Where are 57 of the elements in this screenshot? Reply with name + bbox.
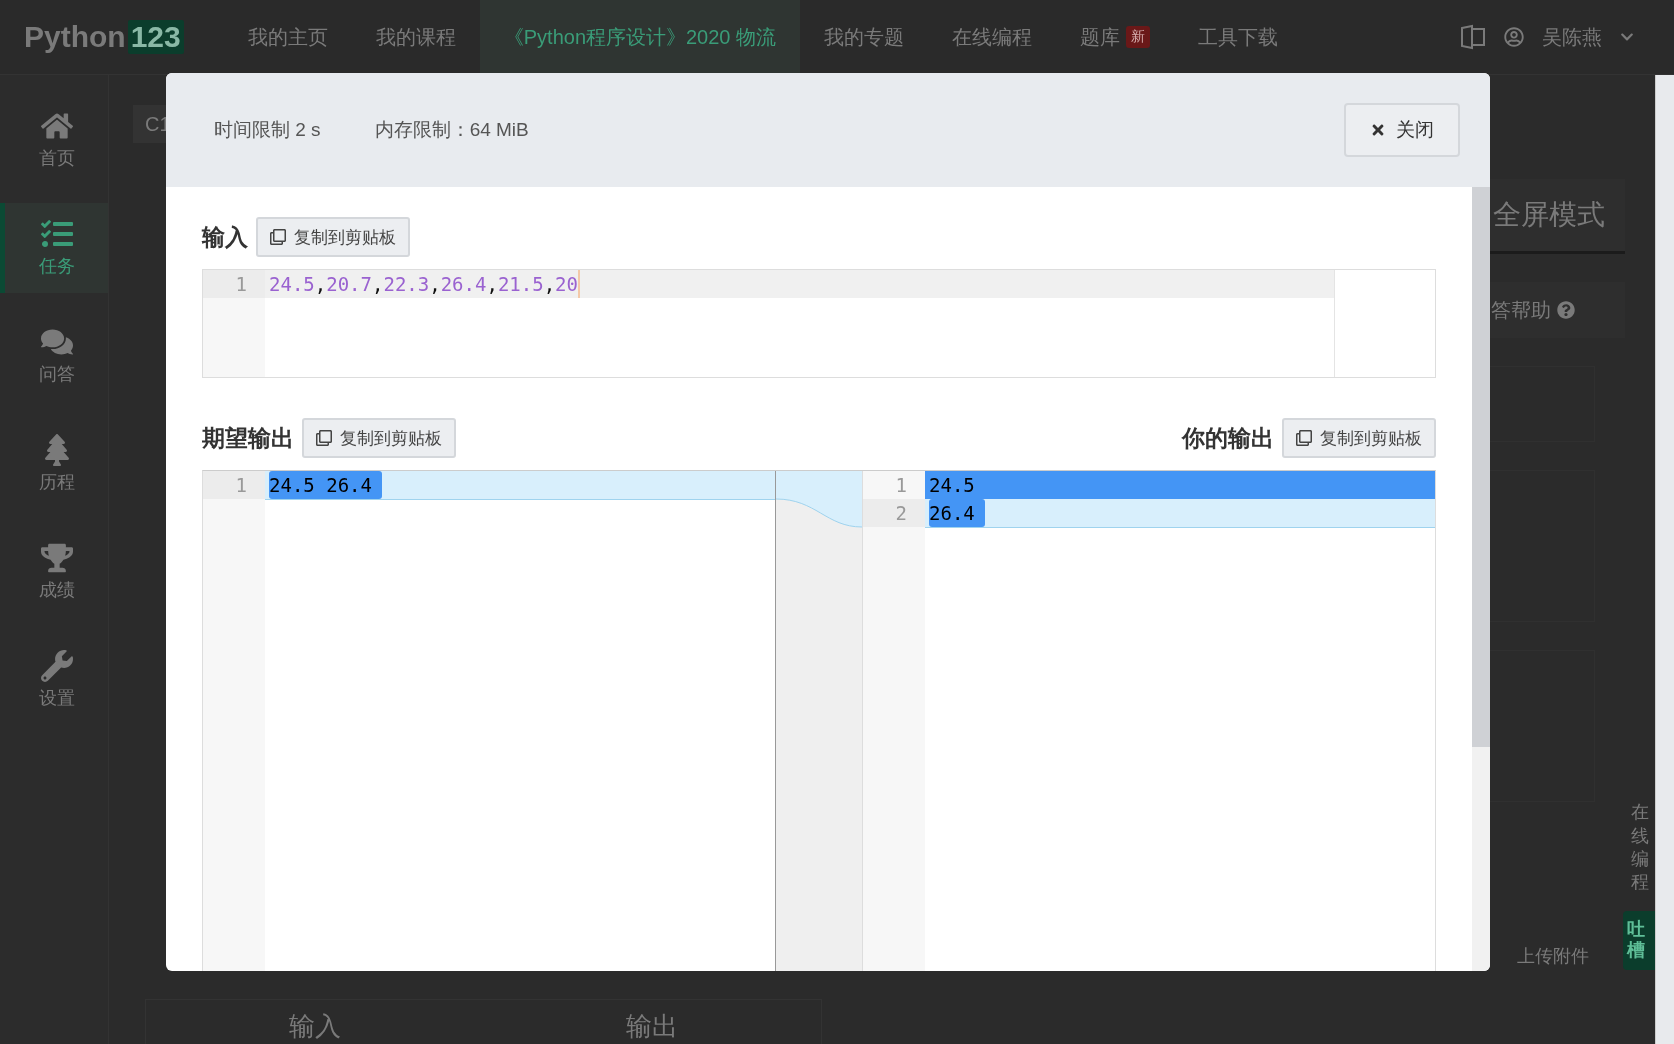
nav-item[interactable]: 我的专题 [800, 0, 929, 74]
copy-button[interactable]: 复制到剪贴板 [1282, 418, 1436, 458]
sidebar-item[interactable]: 任务 [0, 203, 108, 293]
nav-item[interactable]: 在线编程 [928, 0, 1057, 74]
upload-link[interactable]: 上传附件 [1517, 944, 1589, 968]
section-label: 输入 [202, 222, 248, 252]
logo-text: Python [24, 20, 126, 54]
trophy-icon [40, 542, 73, 574]
list-icon [40, 218, 73, 250]
text-cursor [578, 270, 580, 298]
sidebar-label: 设置 [38, 687, 75, 710]
sidebar-item[interactable]: 历程 [0, 419, 108, 509]
sidebar-label: 任务 [38, 255, 75, 278]
section-label: 期望输出 [202, 423, 294, 453]
io-tab[interactable]: 输入 [288, 1009, 341, 1044]
help-label: 答帮助 [1491, 297, 1551, 323]
line-number: 1 [203, 471, 265, 499]
io-tab[interactable]: 输出 [626, 1009, 679, 1044]
line-number: 1 [894, 473, 908, 498]
sidebar-label: 问答 [38, 363, 75, 386]
line-number: 1 [203, 270, 265, 298]
sidebar-item[interactable]: 设置 [0, 635, 108, 725]
copy-icon [316, 430, 332, 446]
nav-item[interactable]: 我的主页 [223, 0, 352, 74]
copy-icon [270, 229, 286, 245]
user-name[interactable]: 吴陈燕 [1542, 23, 1602, 51]
side-tab-label[interactable]: 在线编程 [1631, 801, 1649, 895]
fullscreen-label: 全屏模式 [1493, 198, 1605, 232]
line-number: 2 [863, 499, 925, 527]
close-button[interactable]: 关闭 [1344, 103, 1460, 157]
nav-item[interactable]: 《Python程序设计》2020 物流 [479, 0, 801, 74]
nav-item[interactable]: 我的课程 [351, 0, 480, 74]
close-icon [1370, 122, 1386, 138]
logo-badge: 123 [127, 20, 184, 54]
section-label: 你的输出 [1182, 423, 1274, 453]
sidebar-item[interactable]: 首页 [0, 95, 108, 185]
copy-button[interactable]: 复制到剪贴板 [302, 418, 456, 458]
scroll-thumb[interactable] [1472, 187, 1490, 747]
memory-limit: 内存限制：64 MiB [374, 118, 529, 142]
wrench-icon [40, 650, 73, 682]
sidebar-item[interactable]: 成绩 [0, 527, 108, 617]
feedback-button[interactable]: 吐槽 [1623, 910, 1657, 970]
nav-item[interactable]: 工具下载 [1174, 0, 1303, 74]
time-limit: 时间限制 2 s [214, 118, 321, 142]
sidebar-label: 首页 [38, 147, 75, 170]
nav-item[interactable]: 题库 新 [1056, 0, 1175, 74]
sidebar-label: 历程 [38, 471, 75, 494]
sidebar-label: 成绩 [38, 579, 75, 602]
copy-icon [1296, 430, 1312, 446]
user-icon [1504, 27, 1524, 47]
help-icon [1557, 301, 1575, 319]
new-badge: 新 [1126, 26, 1151, 48]
copy-button[interactable]: 复制到剪贴板 [256, 217, 410, 257]
sidebar-item[interactable]: 问答 [0, 311, 108, 401]
code-editor[interactable]: 1 24.5,20.7,22.3,26.4,21.5,20 [202, 269, 1436, 378]
nav-label: 题库 [1080, 24, 1121, 50]
translate-icon[interactable] [1460, 24, 1486, 50]
